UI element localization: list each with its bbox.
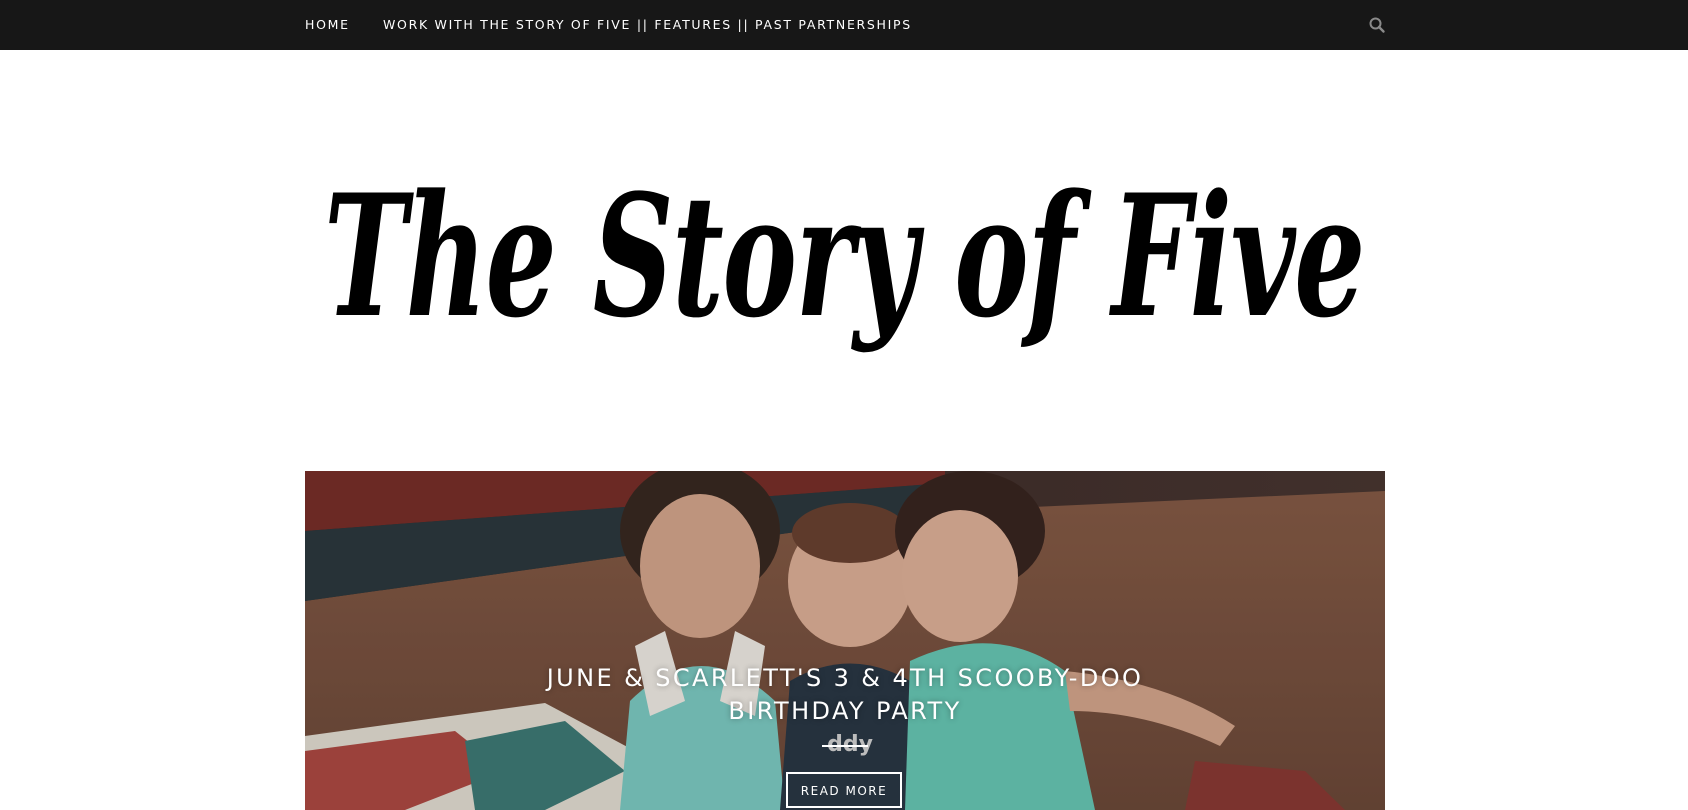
- nav-link-work-with[interactable]: WORK WITH THE STORY OF FIVE || FEATURES …: [383, 0, 912, 50]
- top-navigation-bar: HOME WORK WITH THE STORY OF FIVE || FEAT…: [0, 0, 1688, 50]
- site-logo[interactable]: The Story of Five: [318, 145, 1370, 400]
- title-divider: [822, 745, 868, 747]
- read-more-button[interactable]: READ MORE: [786, 772, 902, 808]
- featured-post[interactable]: ddy JUNE & SCARLETT'S 3 & 4TH SCOOBY-DOO…: [305, 471, 1385, 810]
- featured-post-title[interactable]: JUNE & SCARLETT'S 3 & 4TH SCOOBY-DOO BIR…: [495, 662, 1195, 728]
- nav-link-home[interactable]: HOME: [305, 0, 350, 50]
- logo-text: The Story of Five: [324, 157, 1364, 355]
- search-icon[interactable]: [1368, 16, 1386, 34]
- featured-post-photo: ddy: [305, 471, 1385, 810]
